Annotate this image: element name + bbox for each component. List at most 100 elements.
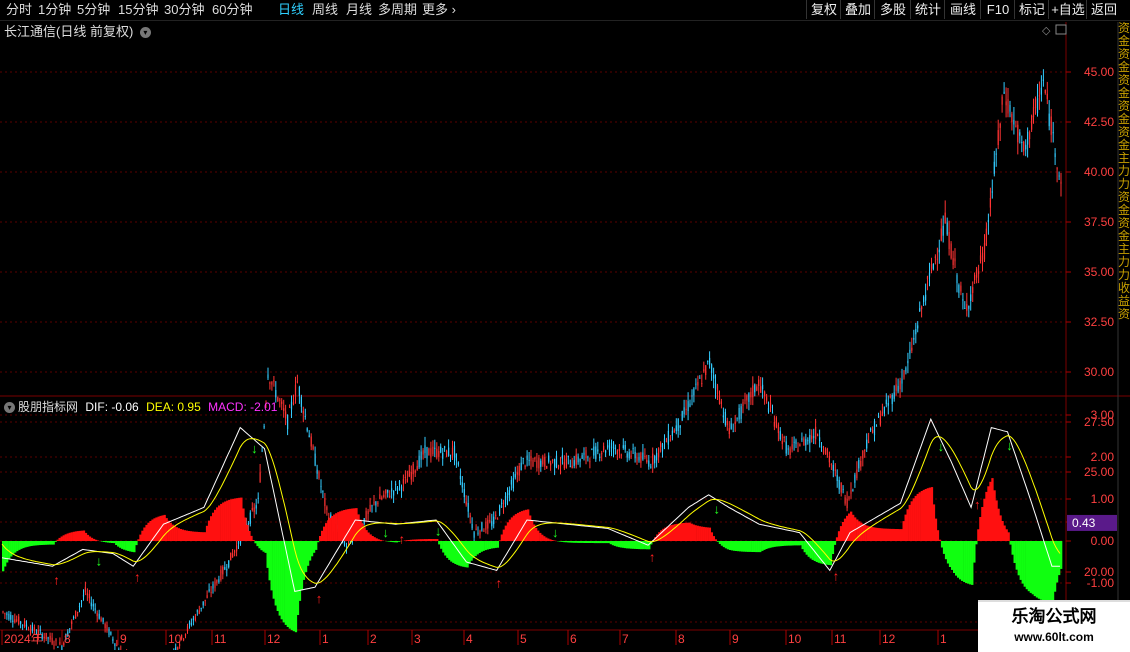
macd-bar [246,525,248,541]
candle-body [776,418,777,428]
macd-bar [95,540,97,541]
candle-body [105,624,106,628]
macd-bar [230,499,232,541]
candle-body [568,456,569,458]
macd-bar [1044,541,1046,601]
macd-bar [8,541,10,559]
candle-body [317,470,318,474]
candle-body [811,436,812,439]
candle-body [297,381,298,382]
macd-bar [149,521,151,541]
macd-bar [715,539,717,541]
price-tick: 37.50 [1084,215,1114,229]
candle-body [256,505,257,508]
macd-bar [317,541,319,542]
candle-body [24,621,25,627]
macd-bar [608,541,610,543]
macd-bar [559,541,561,542]
macd-bar [170,523,172,541]
macd-bar [1030,541,1032,593]
macd-bar [884,529,886,541]
macd-bar [305,541,307,572]
macd-bar [830,541,832,565]
candle-body [195,616,196,620]
candle-body [18,617,19,625]
macd-bar [188,531,190,541]
candle-body [813,436,814,437]
candle-body [232,553,233,557]
sell-arrow-icon: ↓ [713,502,720,517]
time-tick: 2 [370,632,377,646]
candle-body [585,450,586,458]
candle-body [57,647,58,648]
macd-bar [57,540,59,541]
candle-body [878,416,879,417]
candle-body [587,457,588,458]
candle-body [493,517,494,524]
macd-bar [527,509,529,541]
macd-bar [115,541,117,545]
price-tick: 35.00 [1084,265,1114,279]
candle-body [835,470,836,471]
time-tick: 12 [267,632,281,646]
candle-body [903,371,904,378]
candle-body [207,595,208,598]
candle-body [405,477,406,478]
macd-bar [65,534,67,541]
candle-body [183,639,184,640]
candle-body [544,457,545,467]
candle-body [485,522,486,530]
macd-bar [947,541,949,564]
candle-body [907,361,908,363]
diamond-icon[interactable]: ◇ [1042,25,1051,37]
candle-body [968,306,969,309]
sell-arrow-icon: ↓ [938,439,945,454]
candle-body [83,595,84,597]
candle-body [611,447,612,448]
macd-bar [107,541,109,543]
macd-bar [186,531,188,541]
window-icon[interactable] [1056,25,1066,34]
candle-body [795,440,796,444]
candle-body [662,444,663,451]
candle-body [501,503,502,504]
candle-body [409,470,410,476]
candle-body [605,451,606,453]
candle-body [609,443,610,452]
candle-body [947,223,948,235]
candle-body [845,497,846,503]
macd-bar [422,539,424,541]
macd-bar [933,504,935,541]
macd-bar [745,541,747,552]
macd-bar [642,541,644,549]
candle-body [220,570,221,580]
candle-body [189,622,190,624]
macd-bar [182,530,184,541]
candle-body [393,491,394,496]
candle-body [525,466,526,467]
macd-bar [810,541,812,559]
macd-bar [680,523,682,541]
candle-body [843,489,844,490]
macd-bar [1040,541,1042,600]
candle-body [193,619,194,621]
candle-body [756,386,757,390]
candle-body [293,402,294,404]
candle-body [713,375,714,378]
macd-bar [155,517,157,541]
macd-bar [20,541,22,549]
chevron-down-icon[interactable]: ▾ [4,402,15,413]
candle-body [1002,97,1003,105]
candle-body [228,560,229,567]
candle-body [69,628,70,629]
macd-bar [226,501,228,541]
macd-bar [844,519,846,541]
macd-bar [218,506,220,542]
candle-body [91,603,92,607]
candle-body [919,308,920,311]
macd-bar [872,527,874,541]
candle-body [1055,153,1056,157]
macd-bar [739,541,741,551]
macd-bar [418,539,420,541]
macd-bar [622,541,624,548]
